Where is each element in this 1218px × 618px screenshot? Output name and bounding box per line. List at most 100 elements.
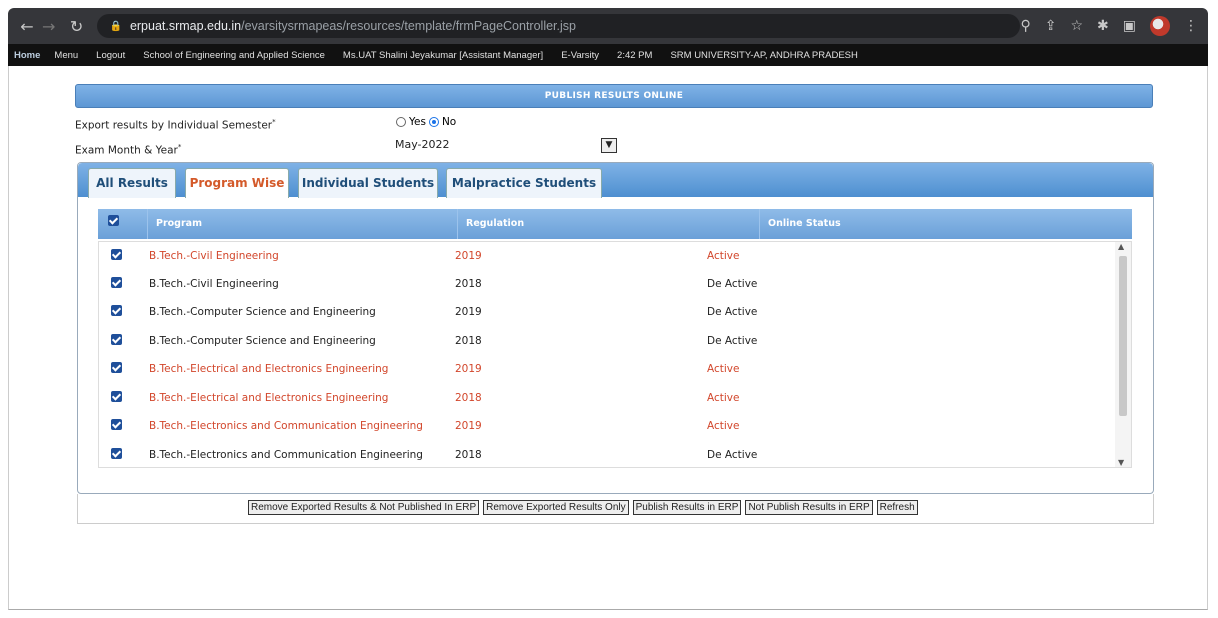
- profile-avatar-icon[interactable]: [1150, 16, 1170, 36]
- cell-status: De Active: [707, 449, 758, 461]
- cell-program: B.Tech.-Computer Science and Engineering: [149, 335, 376, 347]
- address-bar[interactable]: 🔒 erpuat.srmap.edu.in /evarsitysrmapeas/…: [97, 14, 1021, 38]
- cell-regulation: 2018: [455, 392, 482, 404]
- exam-month-select[interactable]: May-2022 ▼: [395, 138, 617, 155]
- export-semester-label: Export results by Individual Semester*: [75, 118, 276, 132]
- kebab-menu-icon[interactable]: ⋮: [1184, 18, 1198, 34]
- cell-regulation: 2019: [455, 306, 482, 318]
- header-program[interactable]: Program: [148, 209, 458, 239]
- cell-status: Active: [707, 363, 740, 375]
- cell-program: B.Tech.-Electronics and Communication En…: [149, 449, 423, 461]
- select-all-cell: [98, 209, 148, 239]
- row-checkbox[interactable]: [111, 391, 122, 402]
- cell-status: Active: [707, 420, 740, 432]
- row-checkbox[interactable]: [111, 305, 122, 316]
- cell-regulation: 2019: [455, 420, 482, 432]
- radio-no[interactable]: [428, 117, 439, 127]
- cell-program: B.Tech.-Computer Science and Engineering: [149, 306, 376, 318]
- scroll-up-icon[interactable]: ▲: [1118, 242, 1124, 251]
- radio-no-label: No: [441, 116, 457, 128]
- page-content: PUBLISH RESULTS ONLINE Export results by…: [8, 66, 1208, 610]
- select-all-checkbox[interactable]: [108, 215, 119, 226]
- table-row[interactable]: B.Tech.-Computer Science and Engineering…: [99, 327, 1109, 355]
- tab-malpractice-students[interactable]: Malpractice Students: [446, 168, 602, 198]
- row-checkbox[interactable]: [111, 277, 122, 288]
- header-online-status[interactable]: Online Status: [760, 209, 1132, 239]
- exam-month-value: May-2022: [395, 138, 450, 151]
- tab-all-results[interactable]: All Results: [88, 168, 176, 198]
- menu-home-link[interactable]: Home: [14, 50, 40, 61]
- star-icon[interactable]: ☆: [1070, 18, 1083, 34]
- share-icon[interactable]: ⇪: [1045, 18, 1057, 34]
- back-arrow-icon[interactable]: ←: [16, 17, 38, 36]
- cell-status: Active: [707, 250, 740, 262]
- program-grid: Program Regulation Online Status B.Tech.…: [98, 209, 1132, 469]
- cell-regulation: 2018: [455, 449, 482, 461]
- table-row[interactable]: B.Tech.-Electrical and Electronics Engin…: [99, 355, 1109, 383]
- menu-user: Ms.UAT Shalini Jeyakumar [Assistant Mana…: [342, 49, 544, 61]
- menu-university: SRM UNIVERSITY-AP, ANDHRA PRADESH: [670, 49, 858, 61]
- radio-yes-label: Yes: [409, 116, 426, 128]
- cell-program: B.Tech.-Electrical and Electronics Engin…: [149, 363, 389, 375]
- row-checkbox[interactable]: [111, 249, 122, 260]
- sidepanel-icon[interactable]: ▣: [1123, 18, 1136, 34]
- publish-results-button[interactable]: Publish Results in ERP: [632, 500, 742, 515]
- cell-regulation: 2018: [455, 278, 482, 290]
- refresh-button[interactable]: Refresh: [876, 500, 918, 515]
- section-title: PUBLISH RESULTS ONLINE: [75, 84, 1153, 108]
- required-mark: *: [177, 143, 182, 151]
- cell-regulation: 2019: [455, 363, 482, 375]
- url-path: /evarsitysrmapeas/resources/template/frm…: [241, 19, 576, 33]
- export-radio-group: Yes No: [396, 116, 456, 128]
- search-icon[interactable]: ⚲: [1020, 18, 1030, 34]
- scrollbar-thumb[interactable]: [1119, 256, 1127, 416]
- tab-strip: All Results Program Wise Individual Stud…: [78, 163, 1153, 198]
- extensions-icon[interactable]: ✱: [1097, 18, 1109, 34]
- cell-status: De Active: [707, 306, 758, 318]
- forward-arrow-icon[interactable]: →: [38, 17, 60, 36]
- cell-status: De Active: [707, 278, 758, 290]
- exam-label-text: Exam Month & Year: [75, 144, 178, 157]
- remove-exported-only-button[interactable]: Remove Exported Results Only: [483, 500, 629, 515]
- browser-toolbar: ← → ↻ 🔒 erpuat.srmap.edu.in /evarsitysrm…: [8, 8, 1208, 44]
- tab-program-wise[interactable]: Program Wise: [185, 168, 289, 198]
- cell-status: Active: [707, 392, 740, 404]
- not-publish-results-button[interactable]: Not Publish Results in ERP: [745, 500, 873, 515]
- scroll-down-icon[interactable]: ▼: [1118, 458, 1124, 467]
- menu-school: School of Engineering and Applied Scienc…: [143, 49, 325, 61]
- url-host: erpuat.srmap.edu.in: [129, 19, 242, 33]
- menu-time: 2:42 PM: [617, 49, 653, 61]
- row-checkbox[interactable]: [111, 334, 122, 345]
- cell-program: B.Tech.-Electrical and Electronics Engin…: [149, 392, 389, 404]
- menu-menu-link[interactable]: Menu: [54, 50, 78, 61]
- remove-exported-not-published-button[interactable]: Remove Exported Results & Not Published …: [248, 500, 480, 515]
- lock-icon[interactable]: 🔒: [109, 21, 121, 32]
- header-regulation[interactable]: Regulation: [458, 209, 760, 239]
- export-label-text: Export results by Individual Semester: [75, 119, 273, 132]
- table-row[interactable]: B.Tech.-Computer Science and Engineering…: [99, 298, 1109, 326]
- dropdown-arrow-icon[interactable]: ▼: [601, 138, 617, 153]
- row-checkbox[interactable]: [111, 419, 122, 430]
- menu-logout-link[interactable]: Logout: [96, 50, 125, 61]
- table-row[interactable]: B.Tech.-Electronics and Communication En…: [99, 441, 1109, 467]
- grid-header: Program Regulation Online Status: [98, 209, 1132, 239]
- radio-yes[interactable]: [396, 117, 406, 127]
- action-button-bar: Remove Exported Results & Not Published …: [77, 494, 1154, 524]
- cell-program: B.Tech.-Civil Engineering: [149, 278, 279, 290]
- exam-month-label: Exam Month & Year*: [75, 143, 181, 157]
- cell-program: B.Tech.-Electronics and Communication En…: [149, 420, 423, 432]
- table-row[interactable]: B.Tech.-Civil Engineering 2019 Active: [99, 242, 1109, 270]
- table-row[interactable]: B.Tech.-Civil Engineering 2018 De Active: [99, 270, 1109, 298]
- grid-scrollbar[interactable]: ▲ ▼: [1115, 242, 1131, 467]
- tab-individual-students[interactable]: Individual Students: [298, 168, 438, 198]
- cell-regulation: 2019: [455, 250, 482, 262]
- row-checkbox[interactable]: [111, 362, 122, 373]
- required-mark: *: [272, 118, 276, 126]
- table-row[interactable]: B.Tech.-Electronics and Communication En…: [99, 412, 1109, 440]
- row-checkbox[interactable]: [111, 448, 122, 459]
- cell-program: B.Tech.-Civil Engineering: [149, 250, 279, 262]
- menu-evarsity: E-Varsity: [561, 49, 600, 61]
- app-menubar: Home Menu Logout School of Engineering a…: [8, 44, 1208, 66]
- table-row[interactable]: B.Tech.-Electrical and Electronics Engin…: [99, 384, 1109, 412]
- reload-icon[interactable]: ↻: [66, 17, 88, 36]
